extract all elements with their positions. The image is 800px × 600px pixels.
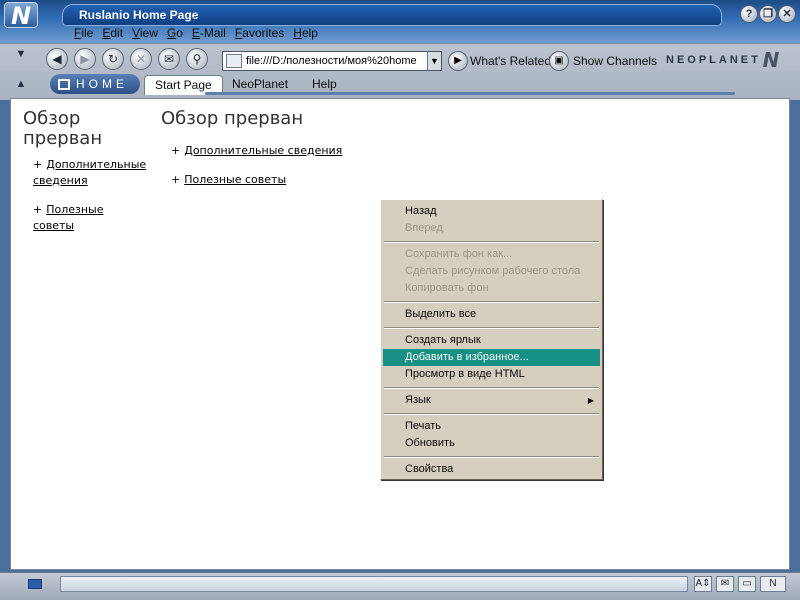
- menu-separator: [383, 452, 600, 461]
- show-channels-icon[interactable]: ▣: [549, 51, 569, 71]
- address-bar[interactable]: file:///D:/полезности/моя%20home ▼: [222, 51, 442, 71]
- main-pane: Обзор прерван + Дополнительные сведения +…: [161, 109, 561, 188]
- mail-icon[interactable]: ✉: [158, 48, 180, 70]
- link-text[interactable]: Дополнительные сведения: [184, 144, 342, 157]
- context-menu-item-label: Назад: [405, 205, 437, 217]
- show-channels-button[interactable]: Show Channels: [573, 54, 657, 68]
- menu-separator: [383, 383, 600, 392]
- context-menu: Назад Вперед Сохранить фон как... Сделать р…: [380, 199, 603, 480]
- page-icon: [226, 54, 242, 68]
- context-menu-item-label: Выделить все: [405, 308, 477, 320]
- context-menu-item-label: Копировать фон: [405, 282, 489, 294]
- left-title: Обзор прерван: [23, 108, 103, 149]
- context-menu-item[interactable]: Печать: [383, 418, 600, 435]
- window-layout-icon[interactable]: ▭: [738, 576, 756, 592]
- context-menu-item-label: Язык: [405, 394, 431, 406]
- context-menu-item[interactable]: Создать ярлык: [383, 332, 600, 349]
- submenu-arrow-icon: ▶: [587, 396, 594, 405]
- menu-file[interactable]: File: [74, 26, 93, 44]
- context-menu-item[interactable]: Язык ▶: [383, 392, 600, 409]
- mail-status-icon[interactable]: ✉: [716, 576, 734, 592]
- link-text-cont[interactable]: сведения: [33, 174, 88, 187]
- context-menu-item[interactable]: Обновить: [383, 435, 600, 452]
- context-menu-item-label: Обновить: [405, 437, 455, 449]
- link-text[interactable]: Полезные: [46, 203, 103, 216]
- address-dropdown-icon[interactable]: ▼: [427, 52, 441, 70]
- status-indicator-icon: [28, 579, 42, 589]
- left-link-more-info[interactable]: + Дополнительные сведения: [23, 157, 153, 189]
- main-link-more-info[interactable]: + Дополнительные сведения: [161, 143, 561, 159]
- left-link-tips[interactable]: + Полезные советы: [23, 202, 153, 234]
- plus-icon: +: [171, 144, 181, 157]
- menu-separator: [383, 409, 600, 418]
- tab-row: ▲ HOME Start Page NeoPlanet Help: [0, 74, 800, 96]
- collapse-down-icon[interactable]: ▼: [14, 48, 28, 60]
- menu-go[interactable]: Go: [167, 26, 183, 44]
- whats-related-button[interactable]: What's Related: [470, 54, 551, 68]
- context-menu-item-label: Создать ярлык: [405, 334, 481, 346]
- context-menu-item-label: Сохранить фон как...: [405, 248, 513, 260]
- close-button[interactable]: ✕: [778, 5, 796, 23]
- back-icon[interactable]: ◀: [46, 48, 68, 70]
- link-text-cont[interactable]: советы: [33, 219, 74, 232]
- status-text: [60, 576, 688, 592]
- link-text[interactable]: Полезные советы: [184, 173, 286, 186]
- main-title: Обзор прерван: [161, 108, 304, 129]
- plus-icon: +: [171, 173, 181, 186]
- title-bar[interactable]: Ruslanio Home Page: [62, 4, 722, 26]
- brand-n-icon: N: [762, 48, 780, 72]
- context-menu-item: Копировать фон: [383, 280, 600, 297]
- plus-icon: +: [33, 203, 43, 216]
- context-menu-item: Сделать рисунком рабочего стола: [383, 263, 600, 280]
- search-icon[interactable]: ⚲: [186, 48, 208, 70]
- context-menu-item-label: Просмотр в виде HTML: [405, 368, 525, 380]
- plus-icon: +: [33, 158, 43, 171]
- context-menu-item[interactable]: Свойства: [383, 461, 600, 478]
- menu-favorites[interactable]: Favorites: [235, 26, 284, 44]
- context-menu-item: Вперед: [383, 220, 600, 237]
- restore-button[interactable]: ❐: [759, 5, 777, 23]
- minimize-button[interactable]: ?: [740, 5, 758, 23]
- tab-underline: [205, 92, 735, 95]
- context-menu-item-label: Свойства: [405, 463, 454, 475]
- menu-separator: [383, 237, 600, 246]
- main-link-tips[interactable]: + Полезные советы: [161, 172, 561, 188]
- context-menu-item[interactable]: Добавить в избранное...: [383, 349, 600, 366]
- context-menu-item-label: Сделать рисунком рабочего стола: [405, 265, 581, 277]
- context-menu-item[interactable]: Просмотр в виде HTML: [383, 366, 600, 383]
- window-title: Ruslanio Home Page: [79, 8, 199, 22]
- stop-icon[interactable]: ✕: [130, 48, 152, 70]
- context-menu-item-label: Печать: [405, 420, 442, 432]
- tv-icon: [58, 78, 70, 90]
- menu-bar: File Edit View Go E-Mail Favorites Help: [74, 26, 318, 44]
- home-tab-label: HOME: [76, 77, 128, 91]
- collapse-up-icon[interactable]: ▲: [14, 78, 28, 90]
- forward-icon[interactable]: ▶: [74, 48, 96, 70]
- context-menu-item-label: Добавить в избранное...: [405, 351, 529, 363]
- status-bar: A⇕ ✉ ▭ N: [0, 572, 800, 600]
- link-text[interactable]: Дополнительные: [46, 158, 146, 171]
- context-menu-item[interactable]: Назад: [383, 203, 600, 220]
- whats-related-icon[interactable]: ▶: [448, 51, 468, 71]
- left-pane: Обзор прерван + Дополнительные сведения +…: [23, 109, 153, 234]
- menu-edit[interactable]: Edit: [102, 26, 123, 44]
- font-size-icon[interactable]: A⇕: [694, 576, 712, 592]
- menu-separator: [383, 323, 600, 332]
- context-menu-item[interactable]: Выделить все: [383, 306, 600, 323]
- neoplanet-status-icon[interactable]: N: [760, 576, 786, 592]
- menu-email[interactable]: E-Mail: [192, 26, 226, 44]
- brand-logo: NEOPLANET: [666, 54, 761, 66]
- neoplanet-logo-icon[interactable]: N: [4, 2, 38, 29]
- address-input[interactable]: file:///D:/полезности/моя%20home: [246, 55, 427, 67]
- menu-separator: [383, 297, 600, 306]
- toolbar: ▼ ◀ ▶ ↻ ✕ ✉ ⚲ file:///D:/полезности/моя%…: [0, 44, 800, 74]
- home-tab[interactable]: HOME: [50, 74, 140, 94]
- context-menu-item-label: Вперед: [405, 222, 443, 234]
- context-menu-item: Сохранить фон как...: [383, 246, 600, 263]
- menu-help[interactable]: Help: [293, 26, 318, 44]
- refresh-icon[interactable]: ↻: [102, 48, 124, 70]
- menu-view[interactable]: View: [132, 26, 158, 44]
